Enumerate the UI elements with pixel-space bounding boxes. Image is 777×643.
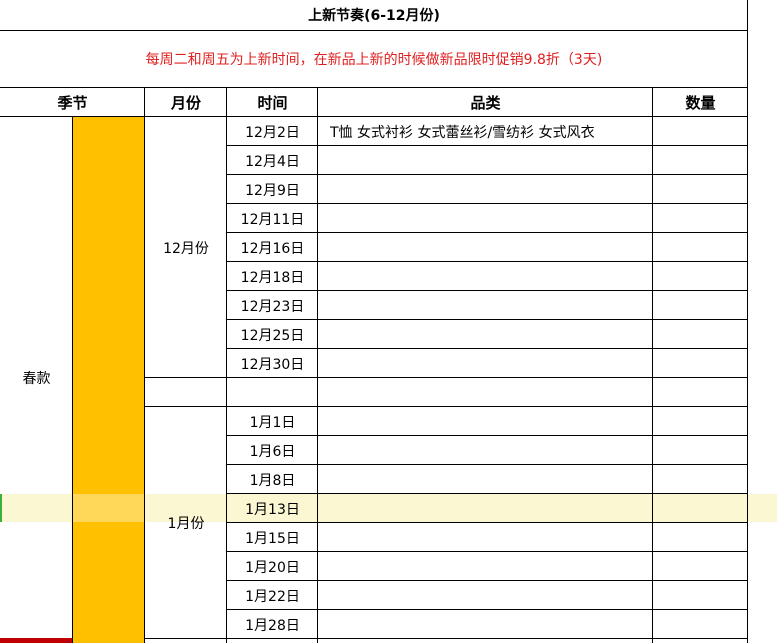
season-color-fill [73, 117, 145, 643]
red-fill-cell [0, 638, 73, 643]
date-cell[interactable]: 12月16日 [227, 233, 318, 262]
month-cell-january[interactable]: 1月份 [145, 407, 227, 639]
date-cell[interactable]: 1月8日 [227, 465, 318, 494]
date-cell[interactable]: 12月2日 [227, 117, 318, 146]
date-cell[interactable]: 12月30日 [227, 349, 318, 378]
date-cell[interactable]: 1月28日 [227, 610, 318, 639]
sheet-title[interactable]: 上新节奏(6-12月份) [0, 0, 748, 30]
season-color-fill-selected [73, 494, 145, 522]
promotion-notice[interactable]: 每周二和周五为上新时间，在新品上新的时候做新品限时促销9.8折（3天) [0, 30, 748, 87]
header-month[interactable]: 月份 [145, 88, 227, 117]
header-season[interactable]: 季节 [0, 88, 145, 117]
date-cell[interactable]: 1月20日 [227, 552, 318, 581]
category-cell[interactable]: T恤 女式衬衫 女式蕾丝衫/雪纺衫 女式风衣 [318, 117, 653, 146]
season-cell[interactable]: 春款 [0, 117, 73, 638]
date-cell[interactable]: 12月18日 [227, 262, 318, 291]
date-cell[interactable]: 1月1日 [227, 407, 318, 436]
header-quantity[interactable]: 数量 [653, 88, 748, 117]
date-cell[interactable]: 12月11日 [227, 204, 318, 233]
date-cell[interactable]: 1月15日 [227, 523, 318, 552]
date-cell[interactable]: 12月4日 [227, 146, 318, 175]
date-cell[interactable]: 1月22日 [227, 581, 318, 610]
date-cell[interactable]: 1月13日 [227, 494, 318, 523]
header-time[interactable]: 时间 [227, 88, 318, 117]
date-cell[interactable]: 1月6日 [227, 436, 318, 465]
date-cell[interactable]: 12月25日 [227, 320, 318, 349]
spreadsheet: 上新节奏(6-12月份) 每周二和周五为上新时间，在新品上新的时候做新品限时促销… [0, 0, 777, 643]
date-cell[interactable]: 12月23日 [227, 291, 318, 320]
month-cell-december[interactable]: 12月份 [145, 117, 227, 378]
date-cell[interactable]: 12月9日 [227, 175, 318, 204]
header-category[interactable]: 品类 [318, 88, 653, 117]
